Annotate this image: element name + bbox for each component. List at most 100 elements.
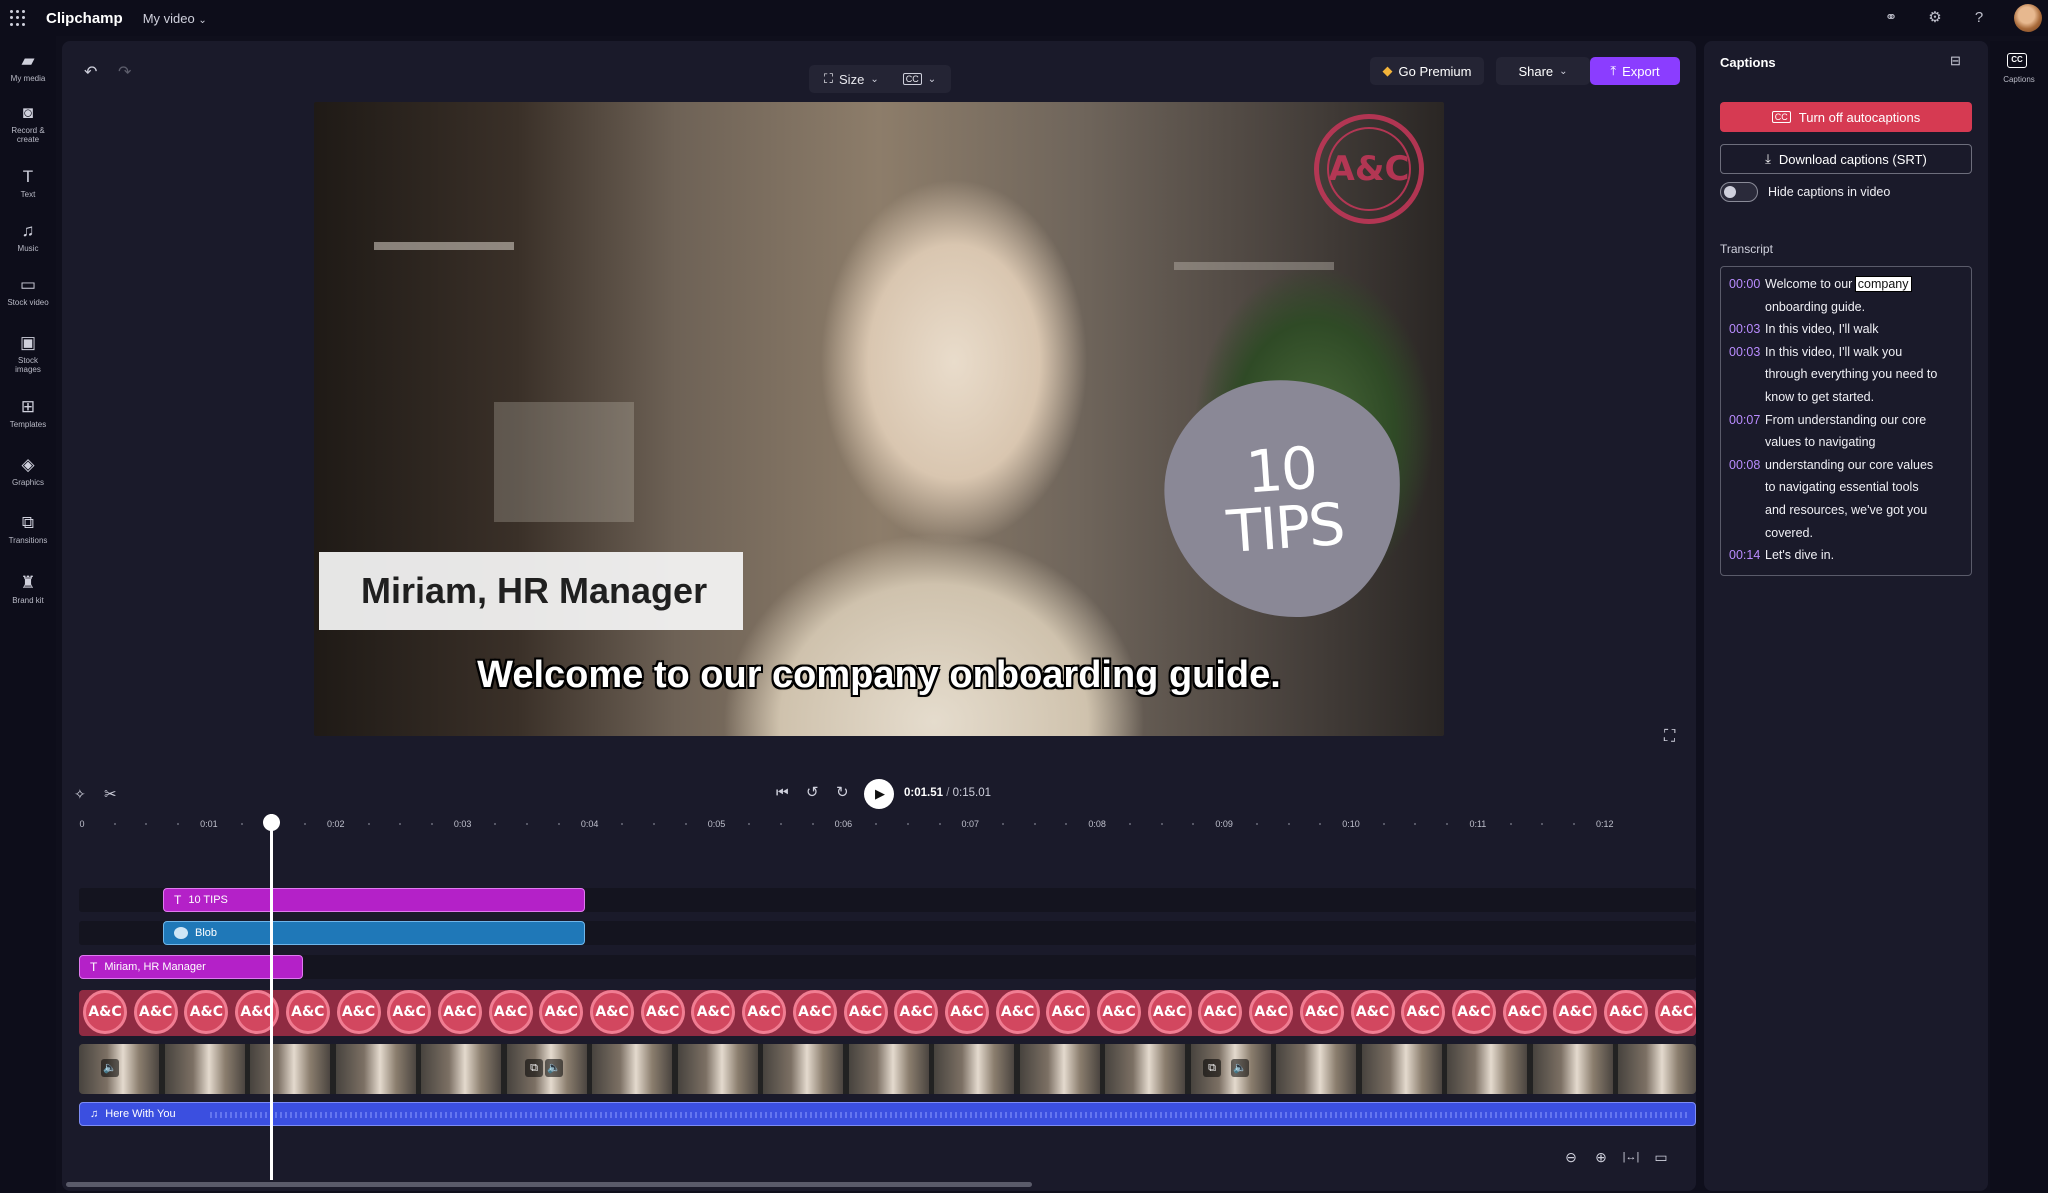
skip-to-start-icon[interactable]: ⏮: [776, 784, 789, 801]
ruler-tick: [1160, 823, 1163, 825]
nav-item-stock-images[interactable]: ▣ Stock images: [0, 334, 56, 375]
logo-clip-text: A&C: [341, 1004, 376, 1020]
volume-icon[interactable]: 🔈: [545, 1059, 563, 1077]
avatar[interactable]: [2014, 4, 2042, 32]
logo-clip-thumbnail: A&C: [437, 990, 482, 1034]
zoom-in-icon[interactable]: ⊕: [1590, 1146, 1612, 1168]
chevron-down-icon: ⌄: [870, 73, 879, 85]
captions-rail-icon[interactable]: CC: [2007, 53, 2027, 68]
zoom-out-icon[interactable]: ⊖: [1560, 1146, 1582, 1168]
graphic-clip-blob[interactable]: Blob: [163, 921, 585, 945]
transcript-timestamp[interactable]: 00:03: [1729, 341, 1765, 409]
timeline-view-icon[interactable]: ▭: [1650, 1146, 1672, 1168]
magic-edit-icon[interactable]: ✧: [74, 786, 86, 803]
logo-overlay-track[interactable]: A&C A&C A&C A&C A&C A&C A&C A&C A&C A&C A&C A&C A&C A…: [79, 990, 1696, 1036]
transcript-entry[interactable]: 00:03 In this video, I'll walk you through…: [1729, 341, 1963, 409]
transcript-entry[interactable]: 00:00 Welcome to our company onboarding gu…: [1729, 273, 1963, 318]
captions-toggle-icon[interactable]: CC: [902, 73, 922, 85]
nav-item-brand-kit[interactable]: ♜ Brand kit: [0, 574, 56, 606]
nav-item-my-media[interactable]: ▰ My media: [0, 51, 56, 84]
download-captions-button[interactable]: ⤓ Download captions (SRT): [1720, 144, 1972, 174]
go-premium-label: Go Premium: [1398, 63, 1472, 79]
logo-clip-text: A&C: [1355, 1004, 1390, 1020]
volume-icon[interactable]: 🔈: [101, 1059, 119, 1077]
fit-timeline-icon[interactable]: |↔|: [1620, 1146, 1642, 1168]
folder-icon: ▰: [21, 51, 35, 70]
split-scissors-icon[interactable]: ✂: [104, 785, 117, 803]
hide-captions-toggle[interactable]: [1720, 182, 1758, 202]
ruler-tick: [494, 823, 497, 825]
ruler-tick-label: 0:04: [580, 819, 599, 829]
nav-item-templates[interactable]: ⊞ Templates: [0, 398, 56, 430]
transcript-text: Let's dive in.: [1765, 544, 1963, 567]
transcript-entry[interactable]: 00:14 Let's dive in.: [1729, 544, 1963, 567]
logo-clip-thumbnail: A&C: [1401, 990, 1446, 1034]
ruler-tick: [1128, 823, 1131, 825]
transcript-entry[interactable]: 00:07 From understanding our core values t…: [1729, 409, 1963, 454]
logo-clip-thumbnail: A&C: [1604, 990, 1648, 1034]
ruler-tick-label: 0:05: [707, 819, 726, 829]
app-launcher-icon[interactable]: [10, 10, 26, 26]
ruler-tick: [1541, 823, 1544, 825]
blob-shape-icon: [174, 927, 188, 939]
nav-item-stock-video[interactable]: ▭ Stock video: [0, 276, 56, 308]
size-button[interactable]: Size: [839, 72, 864, 87]
volume-icon[interactable]: 🔈: [1231, 1059, 1249, 1077]
video-preview[interactable]: A&C 10 TIPS Miriam, HR Manager Welcome to…: [314, 102, 1444, 736]
transcript-entry[interactable]: 00:03 In this video, I'll walk: [1729, 318, 1963, 341]
logo-clip-thumbnail: A&C: [539, 990, 584, 1034]
export-button[interactable]: ⤒ Export: [1590, 57, 1680, 85]
transition-icon[interactable]: ⧉: [1203, 1059, 1221, 1077]
transcript-timestamp[interactable]: 00:00: [1729, 273, 1765, 318]
ruler-tick: [240, 823, 243, 825]
collapse-panel-icon[interactable]: ⊟: [1950, 53, 1961, 69]
nav-item-label: Stock video: [7, 298, 49, 307]
nav-item-text[interactable]: T Text: [0, 168, 56, 200]
transcript-timestamp[interactable]: 00:03: [1729, 318, 1765, 341]
play-button[interactable]: ▶: [864, 779, 894, 809]
lower-third-title[interactable]: Miriam, HR Manager: [319, 552, 743, 630]
transcript-text: From understanding our core values to nav…: [1765, 409, 1963, 454]
ruler-tick: [1255, 823, 1258, 825]
transcript-timestamp[interactable]: 00:14: [1729, 544, 1765, 567]
transcript-entry[interactable]: 00:08 understanding our core values to nav…: [1729, 454, 1963, 544]
time-separator: /: [946, 787, 950, 799]
nav-item-graphics[interactable]: ◈ Graphics: [0, 456, 56, 488]
logo-clip-text: A&C: [240, 1004, 274, 1020]
forward-5s-icon[interactable]: ↻: [836, 783, 849, 801]
project-name-dropdown[interactable]: My video ⌄: [143, 11, 207, 26]
timeline-ruler[interactable]: 0 0:01 0:02 0:03 0:04 0:05 0:06 0:07 0:08 0:09 0:1…: [0, 819, 1700, 833]
fullscreen-icon[interactable]: ⛶: [1664, 728, 1675, 746]
ruler-tick: [1509, 823, 1512, 825]
brand-logo[interactable]: A&C: [1314, 114, 1424, 224]
turn-off-autocaptions-button[interactable]: CC Turn off autocaptions: [1720, 102, 1972, 132]
clip-label: Here With You: [105, 1108, 176, 1120]
share-people-icon[interactable]: ⚭: [1882, 9, 1900, 27]
transcript-box[interactable]: 00:00 Welcome to our company onboarding gu…: [1720, 266, 1972, 576]
playhead[interactable]: [270, 814, 273, 1180]
help-icon[interactable]: ?: [1970, 9, 1988, 27]
transition-icon[interactable]: ⧉: [525, 1059, 543, 1077]
playhead-handle[interactable]: [263, 814, 280, 831]
nav-item-record-create[interactable]: ◙ Record & create: [0, 104, 56, 145]
rewind-5s-icon[interactable]: ↺: [806, 783, 819, 801]
tips-sticker[interactable]: 10 TIPS: [1156, 372, 1410, 626]
timeline-scrollbar[interactable]: [66, 1182, 1032, 1187]
audio-clip[interactable]: ♫ Here With You: [79, 1102, 1696, 1126]
top-bar: Clipchamp My video ⌄ ⚭ ⚙ ?: [0, 0, 2048, 36]
ruler-tick: [1192, 823, 1195, 825]
undo-icon[interactable]: ↶: [84, 62, 97, 82]
logo-clip-thumbnail: A&C: [1350, 990, 1395, 1034]
ruler-tick: [779, 823, 782, 825]
transcript-timestamp[interactable]: 00:08: [1729, 454, 1765, 544]
go-premium-button[interactable]: ◆ Go Premium: [1370, 57, 1484, 85]
nav-item-transitions[interactable]: ⧉ Transitions: [0, 514, 56, 546]
share-button[interactable]: Share ⌄: [1496, 57, 1590, 85]
transcript-timestamp[interactable]: 00:07: [1729, 409, 1765, 454]
text-clip-10-tips[interactable]: T 10 TIPS: [163, 888, 585, 912]
nav-item-music[interactable]: ♫ Music: [0, 222, 56, 254]
logo-clip-thumbnail: A&C: [1097, 990, 1141, 1034]
redo-icon[interactable]: ↷: [118, 62, 131, 82]
gear-icon[interactable]: ⚙: [1926, 9, 1944, 27]
video-track[interactable]: 🔈 ⧉ 🔈 ⧉ 🔈: [79, 1044, 1696, 1094]
